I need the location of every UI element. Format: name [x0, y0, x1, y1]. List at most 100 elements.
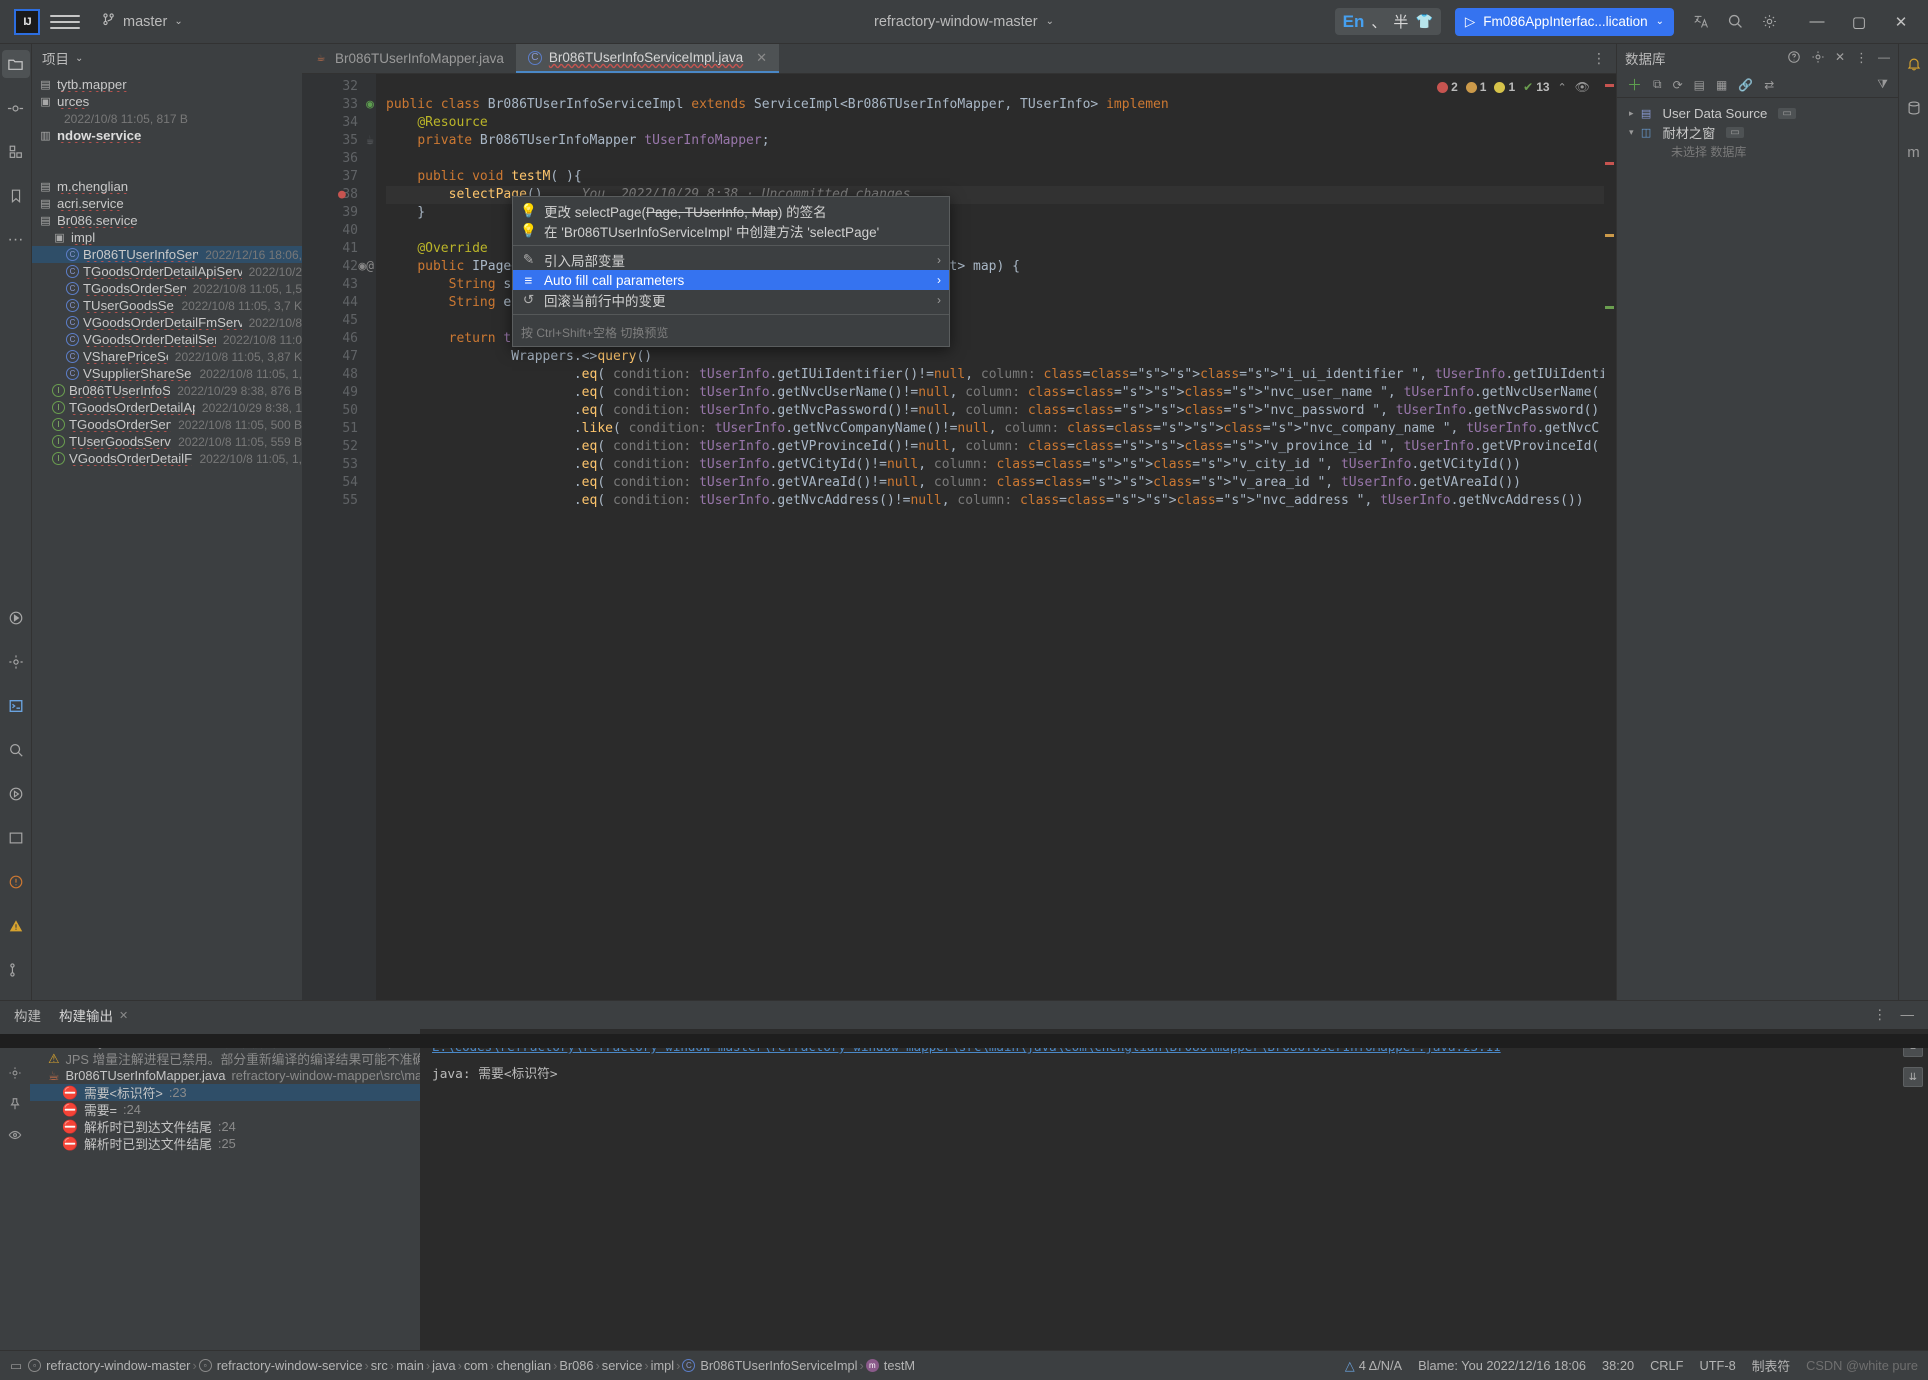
- gutter-line-number[interactable]: 32: [302, 78, 376, 96]
- intention-actions-popup[interactable]: 💡 更改 selectPage(Page, TUserInfo, Map) 的签名…: [512, 196, 950, 347]
- project-panel-header[interactable]: 项目 ⌄: [32, 44, 302, 72]
- gutter-line-number[interactable]: 40: [302, 222, 376, 240]
- db-help-icon[interactable]: [1787, 50, 1801, 67]
- gutter-line-number[interactable]: 44: [302, 294, 376, 312]
- status-diff[interactable]: △ 4 Δ/N/A: [1345, 1358, 1402, 1374]
- breadcrumb-item[interactable]: m testM: [865, 1358, 915, 1373]
- close-button[interactable]: ✕: [1880, 7, 1922, 37]
- code-line[interactable]: .eq( condition: tUserInfo.getVProvinceId…: [386, 438, 1604, 456]
- gutter-line-number[interactable]: 36: [302, 150, 376, 168]
- gutter-line-number[interactable]: 35 ☕: [302, 132, 376, 150]
- project-tree-item[interactable]: ▣ urces: [32, 93, 302, 110]
- build-output-tree[interactable]: ◂refractory-window-master:构建 失败 在 2022/1…: [30, 1029, 420, 1350]
- version-control-icon[interactable]: [2, 956, 30, 984]
- settings-gear-icon[interactable]: [1754, 7, 1784, 37]
- run-tool-icon[interactable]: [2, 604, 30, 632]
- db-more-icon[interactable]: ⋮: [1855, 50, 1868, 67]
- build-settings-icon[interactable]: [8, 1066, 22, 1083]
- project-tree-item[interactable]: C VSupplierShareServiceImpl 2022/10/8 11:0…: [32, 365, 302, 382]
- gutter-line-number[interactable]: 43: [302, 276, 376, 294]
- project-tree-item[interactable]: ▤ m.chenglian: [32, 178, 302, 195]
- project-tree-item[interactable]: C TUserGoodsServiceImpl 2022/10/8 11:05, 3…: [32, 297, 302, 314]
- gutter-line-number[interactable]: 45: [302, 312, 376, 330]
- scroll-end-icon[interactable]: ⇊: [1903, 1067, 1923, 1087]
- code-line[interactable]: .eq( condition: tUserInfo.getNvcAddress(…: [386, 492, 1604, 510]
- code-line[interactable]: .eq( condition: tUserInfo.getVAreaId()!=…: [386, 474, 1604, 492]
- inspection-widget[interactable]: 2 1 1 ✔ 13 ⌃ 👁: [1437, 80, 1590, 94]
- build-tree-item[interactable]: ⚠ JPS 增量注解进程已禁用。部分重新编译的编译结果可能不准确。使用构建进程: [30, 1050, 420, 1068]
- db-filter-icon[interactable]: ⧩: [1877, 77, 1888, 92]
- find-tool-icon[interactable]: [2, 736, 30, 764]
- chevron-up-icon[interactable]: ⌃: [1558, 81, 1567, 94]
- status-blame[interactable]: Blame: You 2022/12/16 18:06: [1418, 1358, 1586, 1373]
- code-line[interactable]: .eq( condition: tUserInfo.getIUiIdentifi…: [386, 366, 1604, 384]
- code-line[interactable]: .eq( condition: tUserInfo.getNvcPassword…: [386, 402, 1604, 420]
- project-tool-icon[interactable]: [1, 50, 30, 78]
- code-line[interactable]: public class Br086TUserInfoServiceImpl e…: [386, 96, 1604, 114]
- editor-marker-bar[interactable]: [1604, 74, 1616, 1000]
- warning-status-icon[interactable]: [2, 912, 30, 940]
- project-tree-item[interactable]: C VGoodsOrderDetailServiceImpl 2022/10/8 1…: [32, 331, 302, 348]
- db-sync-icon[interactable]: ⇄: [1764, 78, 1774, 92]
- build-tree-item[interactable]: ⛔ 需要<标识符>:23: [30, 1084, 420, 1101]
- project-tree-item[interactable]: ▤ acri.service: [32, 195, 302, 212]
- gutter-line-number[interactable]: 41: [302, 240, 376, 258]
- build-tab[interactable]: 构建输出 ✕: [59, 1005, 128, 1025]
- intention-menu-item[interactable]: ✎ 引入局部变量 ›: [513, 250, 949, 270]
- build-tree-item[interactable]: ☕ Br086TUserInfoMapper.java refractory-win…: [30, 1067, 420, 1084]
- maven-tool-icon[interactable]: m: [1900, 138, 1928, 166]
- close-icon[interactable]: ✕: [119, 1009, 128, 1022]
- code-line[interactable]: private Br086TUserInfoMapper tUserInfoMa…: [386, 132, 1604, 150]
- breadcrumb-item[interactable]: C Br086TUserInfoServiceImpl: [682, 1358, 858, 1373]
- status-indent[interactable]: 制表符: [1752, 1356, 1790, 1375]
- gutter-line-number[interactable]: 34: [302, 114, 376, 132]
- debug-tool-icon[interactable]: [2, 780, 30, 808]
- status-line-separator[interactable]: CRLF: [1650, 1358, 1683, 1373]
- intention-menu-item[interactable]: ↺ 回滚当前行中的变更 ›: [513, 290, 949, 310]
- build-tree-item[interactable]: ⛔ 需要= :24: [30, 1101, 420, 1119]
- gutter-line-number[interactable]: 49: [302, 384, 376, 402]
- gutter-line-number[interactable]: 50: [302, 402, 376, 420]
- gutter-line-number[interactable]: 47: [302, 348, 376, 366]
- main-menu-icon[interactable]: [50, 9, 80, 35]
- code-line[interactable]: [386, 150, 1604, 168]
- project-tree-item[interactable]: I TUserGoodsService 2022/10/8 11:05, 559 B: [32, 433, 302, 450]
- code-line[interactable]: .eq( condition: tUserInfo.getVCityId()!=…: [386, 456, 1604, 474]
- intention-menu-item[interactable]: 💡 更改 selectPage(Page, TUserInfo, Map) 的签名: [513, 201, 949, 221]
- project-tree-item[interactable]: I TGoodsOrderDetailApiService 2022/10/29 8…: [32, 399, 302, 416]
- editor-more-icon[interactable]: ⋮: [1592, 50, 1606, 67]
- breadcrumb-item[interactable]: chenglian: [496, 1358, 551, 1373]
- project-tree-item[interactable]: C VGoodsOrderDetailFmServiceImpl 2022/10/8: [32, 314, 302, 331]
- db-refresh-icon[interactable]: ⟳: [1673, 78, 1683, 92]
- code-line[interactable]: .like( condition: tUserInfo.getNvcCompan…: [386, 420, 1604, 438]
- gutter-line-number[interactable]: 46: [302, 330, 376, 348]
- gutter-line-number[interactable]: 39: [302, 204, 376, 222]
- project-tree-item[interactable]: C TGoodsOrderServiceImpl 2022/10/8 11:05, …: [32, 280, 302, 297]
- db-add-icon[interactable]: ＋: [1627, 74, 1642, 95]
- project-tree-item[interactable]: ▤ tytb.mapper: [32, 76, 302, 93]
- database-tree-item[interactable]: ▸ ▤ User Data Source ▭: [1625, 104, 1890, 123]
- status-encoding[interactable]: UTF-8: [1699, 1358, 1735, 1373]
- services-tool-icon[interactable]: [2, 648, 30, 676]
- db-copy-icon[interactable]: ⧉: [1653, 77, 1662, 92]
- project-tree-item[interactable]: ▤ Br086.service: [32, 212, 302, 229]
- build-tree-item[interactable]: ⛔ 解析时已到达文件结尾:25: [30, 1135, 420, 1153]
- project-tree-item[interactable]: I Br086TUserInfoService 2022/10/29 8:38, 8…: [32, 382, 302, 399]
- project-tree-item[interactable]: C Br086TUserInfoServiceImpl 2022/12/16 18:…: [32, 246, 302, 263]
- notifications-icon[interactable]: [1900, 50, 1928, 78]
- minimize-button[interactable]: —: [1796, 7, 1838, 37]
- gutter-line-number[interactable]: 53: [302, 456, 376, 474]
- maximize-button[interactable]: ▢: [1838, 7, 1880, 37]
- run-configuration-button[interactable]: ▷ Fm086AppInterfac...lication ⌄: [1454, 7, 1674, 36]
- breadcrumb-item[interactable]: Br086: [559, 1358, 593, 1373]
- translate-icon[interactable]: [1686, 7, 1716, 37]
- project-tree[interactable]: ▤ tytb.mapper ▣ urces 2022/10/8 11:05, 817 B…: [32, 72, 302, 1000]
- inspection-eye-icon[interactable]: 👁: [1575, 80, 1590, 94]
- commit-tool-icon[interactable]: [2, 94, 30, 122]
- code-line[interactable]: [386, 78, 1604, 96]
- gutter-line-number[interactable]: 37: [302, 168, 376, 186]
- project-tree-item[interactable]: I TGoodsOrderService 2022/10/8 11:05, 500 …: [32, 416, 302, 433]
- build-tab[interactable]: 构建: [14, 1005, 41, 1025]
- gutter-line-number[interactable]: 42 ◉@: [302, 258, 376, 276]
- structure-tool-icon[interactable]: [2, 138, 30, 166]
